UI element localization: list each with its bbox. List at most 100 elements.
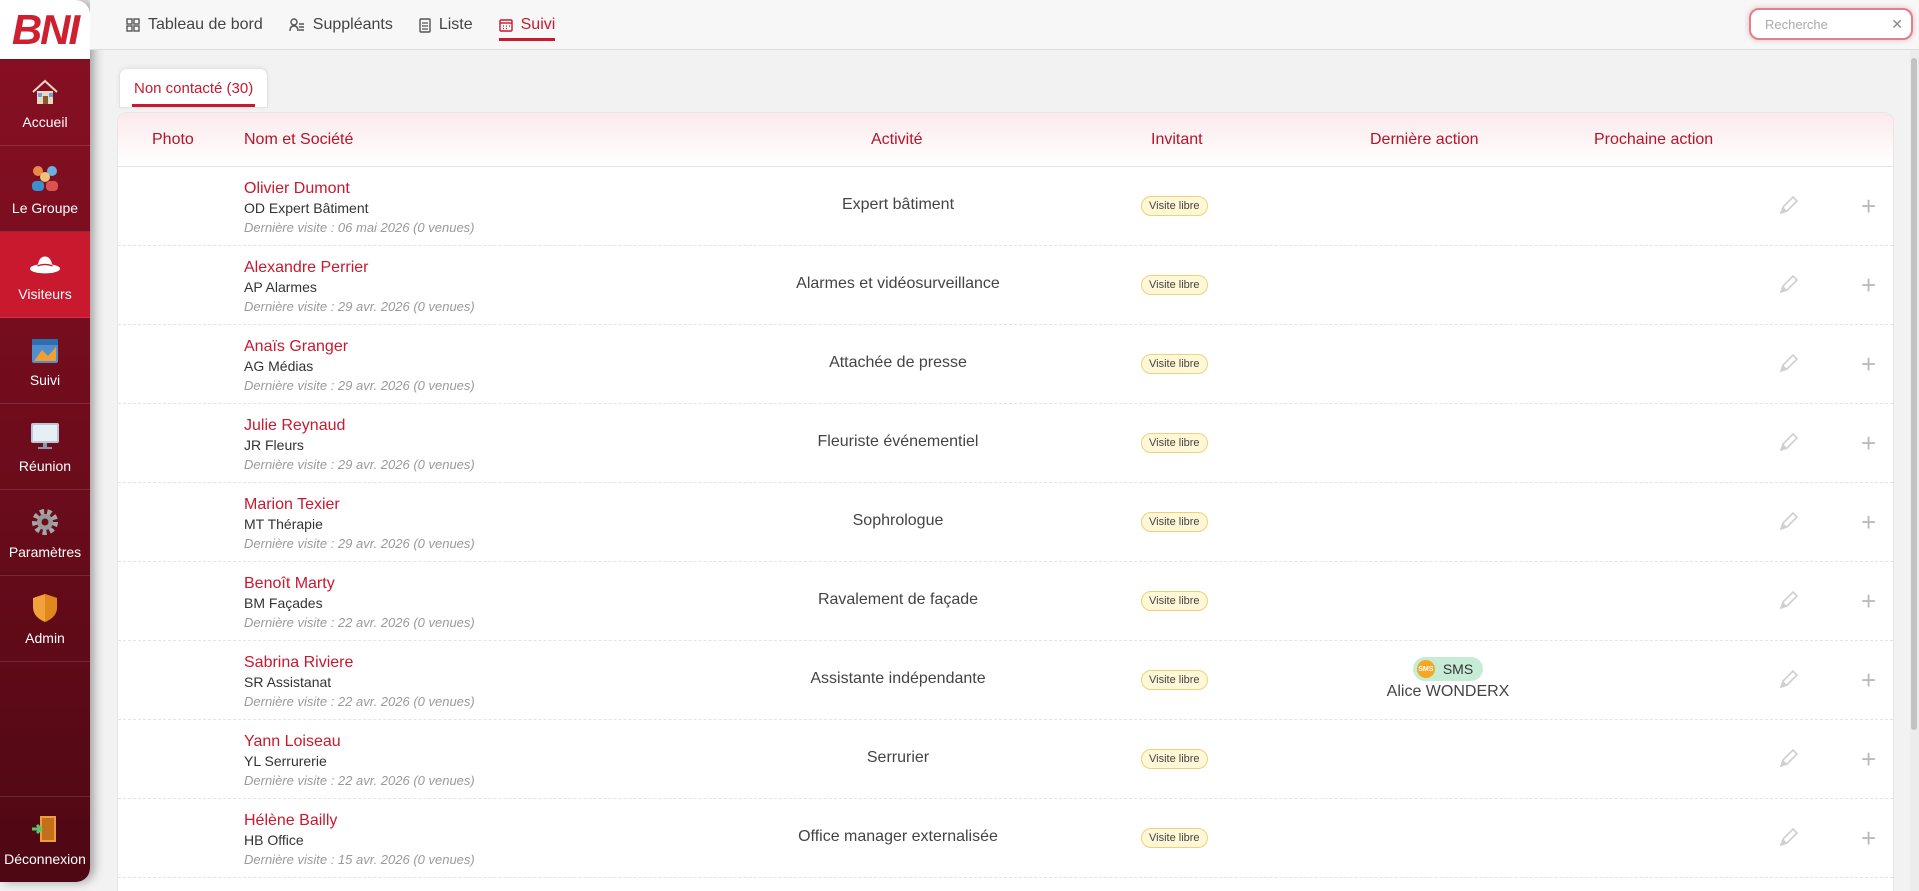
table-row[interactable]: Hélène Bailly HB Office Dernière visite : … (118, 799, 1893, 878)
search-box: ✕ (1749, 8, 1913, 40)
visitor-name-link[interactable]: Olivier Dumont (244, 179, 644, 199)
tab-liste[interactable]: Liste (419, 0, 473, 50)
edit-pencil-icon[interactable] (1778, 747, 1800, 774)
name-cell: Julie Reynaud JR Fleurs Dernière visite : … (244, 416, 644, 476)
table-row[interactable]: Alexandre Perrier AP Alarmes Dernière visi… (118, 246, 1893, 325)
visitor-name-link[interactable]: Julie Reynaud (244, 416, 644, 436)
edit-pencil-icon[interactable] (1778, 273, 1800, 300)
inviter-badge: Visite libre (1141, 196, 1208, 216)
table-row[interactable]: Anaïs Granger AG Médias Dernière visite : … (118, 325, 1893, 404)
sidebar-item-le-groupe[interactable]: Le Groupe (0, 146, 90, 232)
inviter-badge: Visite libre (1141, 275, 1208, 295)
col-next-action: Prochaine action (1594, 131, 1714, 148)
add-action-icon[interactable]: + (1861, 588, 1876, 614)
add-action-icon[interactable]: + (1861, 430, 1876, 456)
sidebar-item-suivi[interactable]: Suivi (0, 318, 90, 404)
sms-pill[interactable]: SMS SMS (1412, 657, 1484, 681)
monitor-icon (29, 420, 61, 452)
filter-tab-non-contacte[interactable]: Non contacté (30) (119, 68, 269, 108)
table-row[interactable]: Olivier Dumont OD Expert Bâtiment Dernière… (118, 167, 1893, 246)
brand-text: BNI (11, 5, 80, 53)
name-cell: Hélène Bailly HB Office Dernière visite : … (244, 811, 644, 871)
sidebar: BNI Accueil Le Groupe Visiteurs Suivi Ré… (0, 0, 90, 882)
group-icon (29, 162, 61, 194)
table-body: Olivier Dumont OD Expert Bâtiment Dernière… (118, 167, 1893, 878)
visitor-name-link[interactable]: Benoît Marty (244, 574, 644, 594)
tab-suppleants[interactable]: Suppléants (289, 0, 393, 50)
activity: Alarmes et vidéosurveillance (796, 275, 1000, 292)
name-cell: Benoît Marty BM Façades Dernière visite : … (244, 574, 644, 634)
sidebar-item-parametres[interactable]: Paramètres (0, 490, 90, 576)
name-cell: Yann Loiseau YL Serrurerie Dernière visite… (244, 732, 644, 792)
inviter-badge: Visite libre (1141, 591, 1208, 611)
col-photo: Photo (152, 131, 194, 148)
tab-tableau-de-bord[interactable]: Tableau de bord (126, 0, 263, 50)
last-visit: Dernière visite : 29 avr. 2026 (0 venues… (244, 299, 475, 314)
clear-search-icon[interactable]: ✕ (1891, 16, 1903, 33)
last-visit: Dernière visite : 22 avr. 2026 (0 venues… (244, 694, 475, 709)
sidebar-item-reunion[interactable]: Réunion (0, 404, 90, 490)
scrollbar[interactable] (1910, 50, 1919, 891)
table-row[interactable]: Marion Texier MT Thérapie Dernière visite … (118, 483, 1893, 562)
visitor-name-link[interactable]: Marion Texier (244, 495, 644, 515)
inviter-badge: Visite libre (1141, 512, 1208, 532)
last-visit: Dernière visite : 29 avr. 2026 (0 venues… (244, 536, 475, 551)
substitutes-icon (289, 18, 304, 32)
edit-pencil-icon[interactable] (1778, 589, 1800, 616)
table-header: Photo Nom et Société Activité Invitant D… (118, 113, 1893, 167)
search-input[interactable] (1765, 16, 1895, 32)
last-visit: Dernière visite : 15 avr. 2026 (0 venues… (244, 852, 475, 867)
edit-pencil-icon[interactable] (1778, 826, 1800, 853)
visitor-name-link[interactable]: Yann Loiseau (244, 732, 644, 752)
activity: Attachée de presse (829, 354, 967, 371)
tab-label: Suppléants (312, 16, 393, 33)
tab-label: Suivi (520, 16, 556, 33)
edit-pencil-icon[interactable] (1778, 431, 1800, 458)
visitor-company: YL Serrurerie (244, 753, 327, 769)
sidebar-item-visiteurs[interactable]: Visiteurs (0, 232, 90, 318)
visitor-name-link[interactable]: Hélène Bailly (244, 811, 644, 831)
add-action-icon[interactable]: + (1861, 509, 1876, 535)
add-action-icon[interactable]: + (1861, 825, 1876, 851)
edit-pencil-icon[interactable] (1778, 352, 1800, 379)
visitor-name-link[interactable]: Anaïs Granger (244, 337, 644, 357)
add-action-icon[interactable]: + (1861, 667, 1876, 693)
last-visit: Dernière visite : 22 avr. 2026 (0 venues… (244, 773, 475, 788)
edit-pencil-icon[interactable] (1778, 668, 1800, 695)
sidebar-item-accueil[interactable]: Accueil (0, 60, 90, 146)
visitor-company: BM Façades (244, 595, 323, 611)
add-action-icon[interactable]: + (1861, 272, 1876, 298)
col-activity: Activité (871, 131, 923, 148)
inviter-badge: Visite libre (1141, 433, 1208, 453)
visitor-company: HB Office (244, 832, 304, 848)
bni-logo[interactable]: BNI (0, 0, 90, 60)
filter-label: Non contacté (30) (134, 79, 254, 97)
sidebar-item-label: Suivi (29, 371, 61, 388)
add-action-icon[interactable]: + (1861, 746, 1876, 772)
visitor-company: MT Thérapie (244, 516, 323, 532)
edit-pencil-icon[interactable] (1778, 510, 1800, 537)
last-action: SMS SMS Alice WONDERX (1358, 657, 1538, 701)
sidebar-item-label: Réunion (18, 457, 72, 474)
sidebar-item-admin[interactable]: Admin (0, 576, 90, 662)
name-cell: Alexandre Perrier AP Alarmes Dernière visi… (244, 258, 644, 318)
table-row[interactable]: Benoît Marty BM Façades Dernière visite : … (118, 562, 1893, 641)
visitor-name-link[interactable]: Sabrina Riviere (244, 653, 644, 673)
visitor-company: OD Expert Bâtiment (244, 200, 369, 216)
tab-suivi[interactable]: Suivi (498, 0, 556, 50)
home-icon (29, 76, 61, 108)
name-cell: Marion Texier MT Thérapie Dernière visite … (244, 495, 644, 555)
table-row[interactable]: Sabrina Riviere SR Assistanat Dernière vis… (118, 641, 1893, 720)
col-last-action: Dernière action (1370, 131, 1479, 148)
add-action-icon[interactable]: + (1861, 351, 1876, 377)
table-row[interactable]: Julie Reynaud JR Fleurs Dernière visite : … (118, 404, 1893, 483)
last-action-type: SMS (1442, 661, 1474, 677)
scrollbar-thumb[interactable] (1911, 58, 1917, 730)
add-action-icon[interactable]: + (1861, 193, 1876, 219)
tab-label: Tableau de bord (148, 16, 263, 33)
logout-button[interactable]: Déconnexion (0, 796, 90, 882)
table-row[interactable]: Yann Loiseau YL Serrurerie Dernière visite… (118, 720, 1893, 799)
visitor-name-link[interactable]: Alexandre Perrier (244, 258, 644, 278)
logout-label: Déconnexion (4, 850, 86, 867)
edit-pencil-icon[interactable] (1778, 194, 1800, 221)
